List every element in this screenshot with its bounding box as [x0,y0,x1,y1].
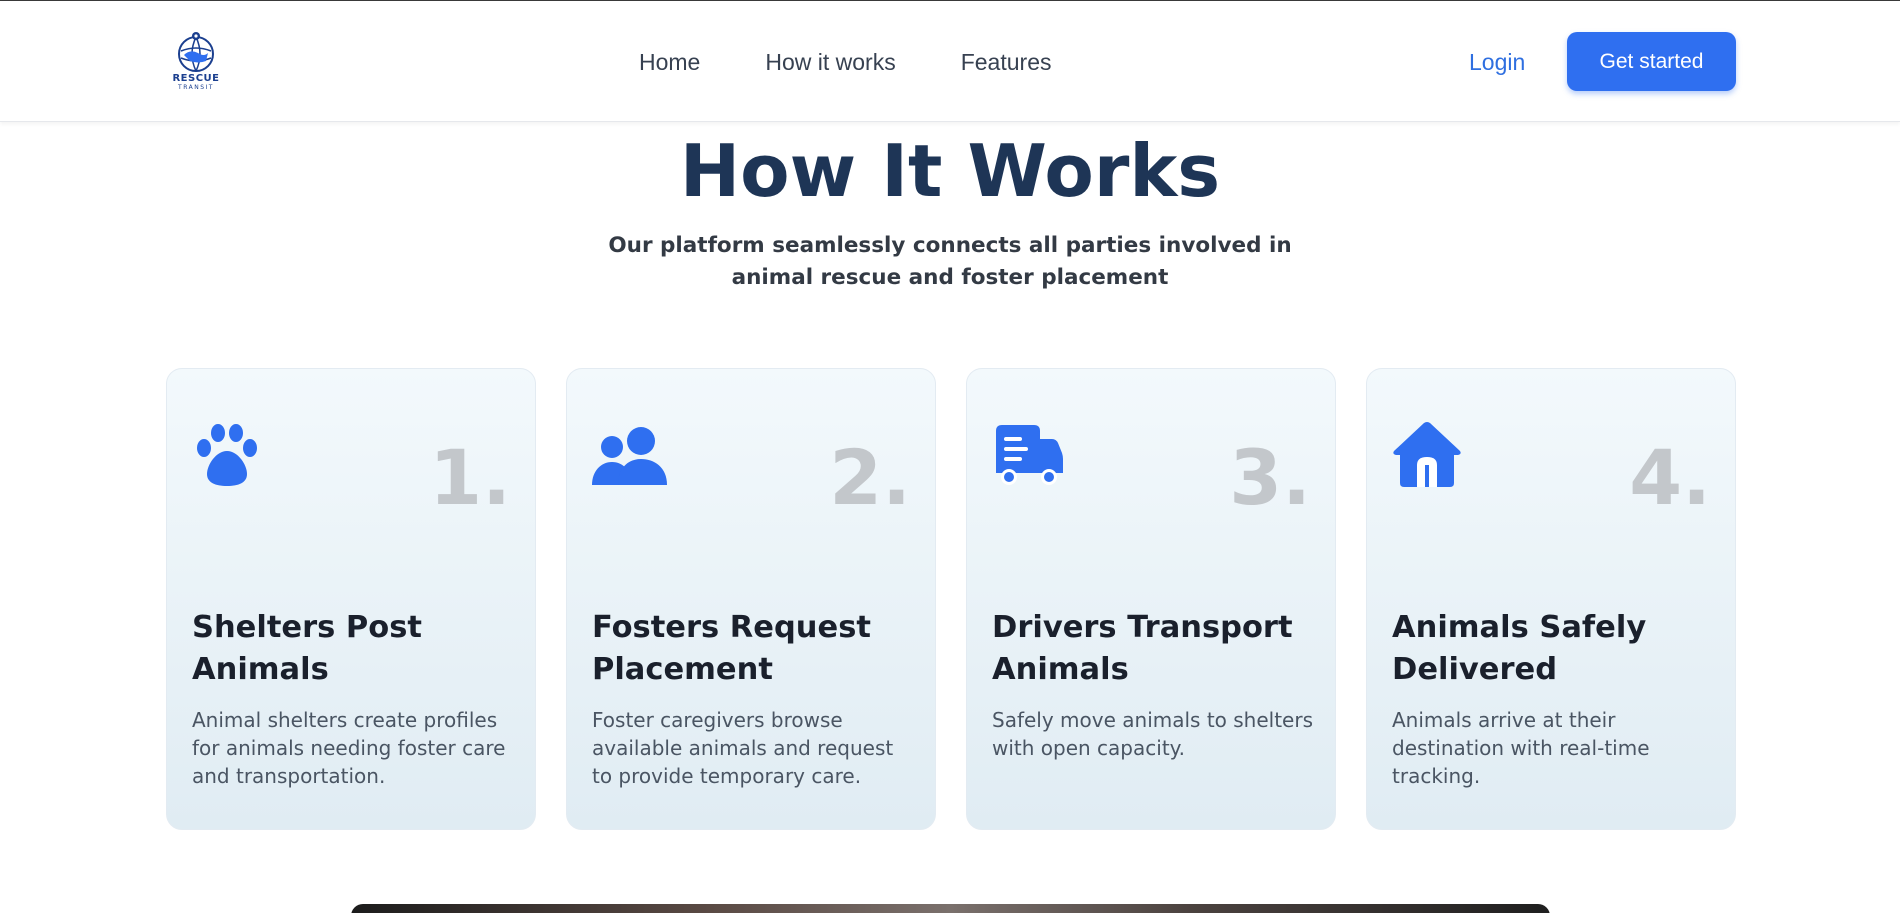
logo-brand-text: RESCUE [172,73,220,84]
step-title: Fosters Request Placement [592,610,871,687]
main-nav: Home How it works Features [639,48,1051,76]
step-card-2: 2. Fosters Request Placement Foster care… [566,368,936,830]
nav-home[interactable]: Home [639,48,700,76]
logo[interactable]: RESCUE TRANSIT [165,31,227,93]
step-title: Shelters Post Animals [192,610,422,687]
step-title: Animals Safely Delivered [1392,610,1647,687]
section-subtitle: Our platform seamlessly connects all par… [608,233,1292,290]
users-icon [592,427,667,485]
step-card-4: 4. Animals Safely Delivered Animals arri… [1366,368,1736,830]
globe-pin-icon [178,32,214,72]
nav-how-it-works[interactable]: How it works [765,48,895,76]
step-description: Animal shelters create profiles for anim… [192,708,506,788]
step-description: Animals arrive at their destination with… [1392,708,1650,788]
step-card-3: 3. Drivers Transport Animals Safely move… [966,368,1336,830]
step-number: 2. [829,433,911,522]
hero-image-edge [351,904,1550,913]
step-number: 4. [1629,433,1711,522]
step-description: Foster caregivers browse available anima… [592,708,894,788]
logo-sub-text: TRANSIT [178,84,214,91]
login-link[interactable]: Login [1469,48,1525,76]
home-icon [1393,422,1461,487]
section-title: How It Works [679,129,1221,213]
truck-icon [996,425,1063,485]
step-card-1: 1. Shelters Post Animals Animal shelters… [166,368,536,830]
step-title: Drivers Transport Animals [992,610,1293,687]
nav-features[interactable]: Features [961,48,1052,76]
step-number: 3. [1229,433,1311,522]
top-navbar: RESCUE TRANSIT Home How it works Feature… [0,1,1900,122]
get-started-button[interactable]: Get started [1567,32,1736,91]
paw-icon [197,424,257,486]
step-description: Safely move animals to shelters with ope… [992,708,1314,760]
step-number: 1. [429,433,511,522]
